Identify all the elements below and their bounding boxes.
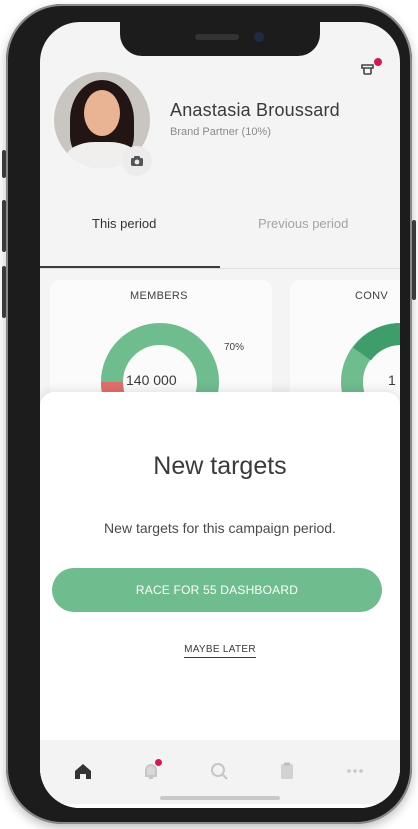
maybe-later-link[interactable]: MAYBE LATER — [40, 644, 400, 658]
volume-down-button — [2, 266, 6, 318]
avatar-face — [84, 90, 120, 136]
tab-previous-period[interactable]: Previous period — [258, 216, 348, 231]
conversions-card-title: CONV — [355, 290, 388, 302]
more-icon — [347, 769, 363, 773]
members-percent: 70% — [224, 342, 245, 353]
volume-up-button — [2, 200, 6, 252]
notch — [120, 22, 320, 56]
notification-icon[interactable] — [358, 58, 382, 82]
power-button — [412, 220, 416, 300]
camera-button[interactable] — [122, 146, 152, 176]
nav-search[interactable] — [206, 758, 232, 784]
profile-name: Anastasia Broussard — [170, 100, 340, 120]
profile-subtitle: Brand Partner (10%) — [170, 126, 271, 138]
maybe-later-label: MAYBE LATER — [184, 644, 256, 658]
search-icon — [211, 763, 228, 780]
nav-notifications[interactable] — [138, 758, 164, 784]
nav-notification-badge — [155, 759, 162, 766]
period-tabs: This period Previous period — [40, 202, 400, 246]
home-icon — [75, 764, 91, 779]
nav-home[interactable] — [70, 758, 96, 784]
members-card-title: MEMBERS — [130, 290, 188, 302]
nav-more[interactable] — [342, 758, 368, 784]
tab-this-period[interactable]: This period — [92, 216, 156, 231]
modal-description: New targets for this campaign period. — [104, 520, 336, 536]
race-dashboard-button[interactable]: RACE FOR 55 DASHBOARD — [52, 568, 382, 612]
notification-badge — [374, 58, 382, 66]
modal-title: New targets — [153, 452, 287, 480]
front-camera — [254, 32, 264, 42]
conversions-value: 1 — [388, 372, 396, 388]
camera-icon — [131, 156, 143, 166]
speaker-grille — [195, 34, 239, 40]
nav-tasks[interactable] — [274, 758, 300, 784]
home-indicator[interactable] — [160, 796, 280, 800]
clipboard-icon — [281, 762, 293, 779]
mute-switch — [2, 150, 6, 178]
tab-divider — [40, 268, 400, 269]
members-value: 140 000 — [126, 372, 177, 388]
app-screen: Anastasia Broussard Brand Partner (10%) … — [40, 22, 400, 808]
